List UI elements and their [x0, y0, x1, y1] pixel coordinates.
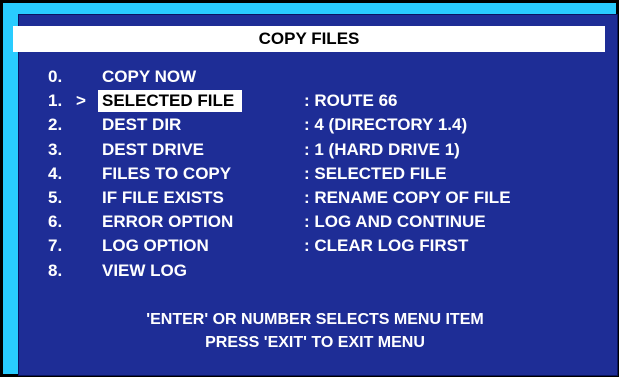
menu-item-value: : RENAME COPY OF FILE: [304, 187, 511, 207]
menu-item-number: 1.: [48, 91, 63, 111]
menu-item-error-option[interactable]: 6. ERROR OPTION : LOG AND CONTINUE: [48, 210, 588, 234]
menu-item-copy-now[interactable]: 0. COPY NOW: [48, 65, 588, 89]
menu-item-label-selected[interactable]: SELECTED FILE: [98, 90, 243, 113]
menu-item-label[interactable]: IF FILE EXISTS: [98, 186, 228, 210]
menu-item-label[interactable]: ERROR OPTION: [98, 210, 237, 234]
menu-item-value: : ROUTE 66: [304, 91, 398, 111]
footer-instruction-exit: PRESS 'EXIT' TO EXIT MENU: [205, 334, 425, 351]
menu-item-value: : LOG AND CONTINUE: [304, 212, 486, 232]
footer-instruction-select: 'ENTER' OR NUMBER SELECTS MENU ITEM: [146, 311, 484, 328]
menu-item-selected-file[interactable]: 1. > SELECTED FILE : ROUTE 66: [48, 89, 588, 113]
menu-item-number: 6.: [48, 212, 63, 232]
menu-list: 0. COPY NOW 1. > SELECTED FILE : ROUTE 6…: [48, 65, 588, 283]
menu-item-label[interactable]: DEST DRIVE: [98, 138, 208, 162]
menu-item-value: : CLEAR LOG FIRST: [304, 236, 469, 256]
menu-item-label[interactable]: LOG OPTION: [98, 234, 213, 258]
menu-item-label[interactable]: DEST DIR: [98, 113, 185, 137]
menu-item-label[interactable]: FILES TO COPY: [98, 162, 235, 186]
menu-item-number: 7.: [48, 236, 63, 256]
menu-item-number: 4.: [48, 163, 63, 183]
menu-item-log-option[interactable]: 7. LOG OPTION : CLEAR LOG FIRST: [48, 234, 588, 258]
menu-item-number: 0.: [48, 67, 63, 86]
menu-item-dest-drive[interactable]: 3. DEST DRIVE : 1 (HARD DRIVE 1): [48, 138, 588, 162]
menu-item-if-file-exists[interactable]: 5. IF FILE EXISTS : RENAME COPY OF FILE: [48, 186, 588, 210]
menu-title: COPY FILES: [13, 26, 605, 52]
selection-cursor-icon: >: [76, 91, 86, 111]
menu-item-number: 2.: [48, 115, 63, 135]
menu-item-number: 3.: [48, 139, 63, 159]
menu-item-view-log[interactable]: 8. VIEW LOG: [48, 259, 588, 283]
menu-item-label[interactable]: COPY NOW: [98, 65, 200, 89]
menu-item-value: : 4 (DIRECTORY 1.4): [304, 115, 468, 135]
menu-item-number: 5.: [48, 187, 63, 207]
menu-item-files-to-copy[interactable]: 4. FILES TO COPY : SELECTED FILE: [48, 162, 588, 186]
menu-item-label[interactable]: VIEW LOG: [98, 259, 191, 283]
menu-item-value: : SELECTED FILE: [304, 163, 447, 183]
menu-item-value: : 1 (HARD DRIVE 1): [304, 139, 460, 159]
menu-item-dest-dir[interactable]: 2. DEST DIR : 4 (DIRECTORY 1.4): [48, 113, 588, 137]
menu-item-number: 8.: [48, 260, 63, 280]
